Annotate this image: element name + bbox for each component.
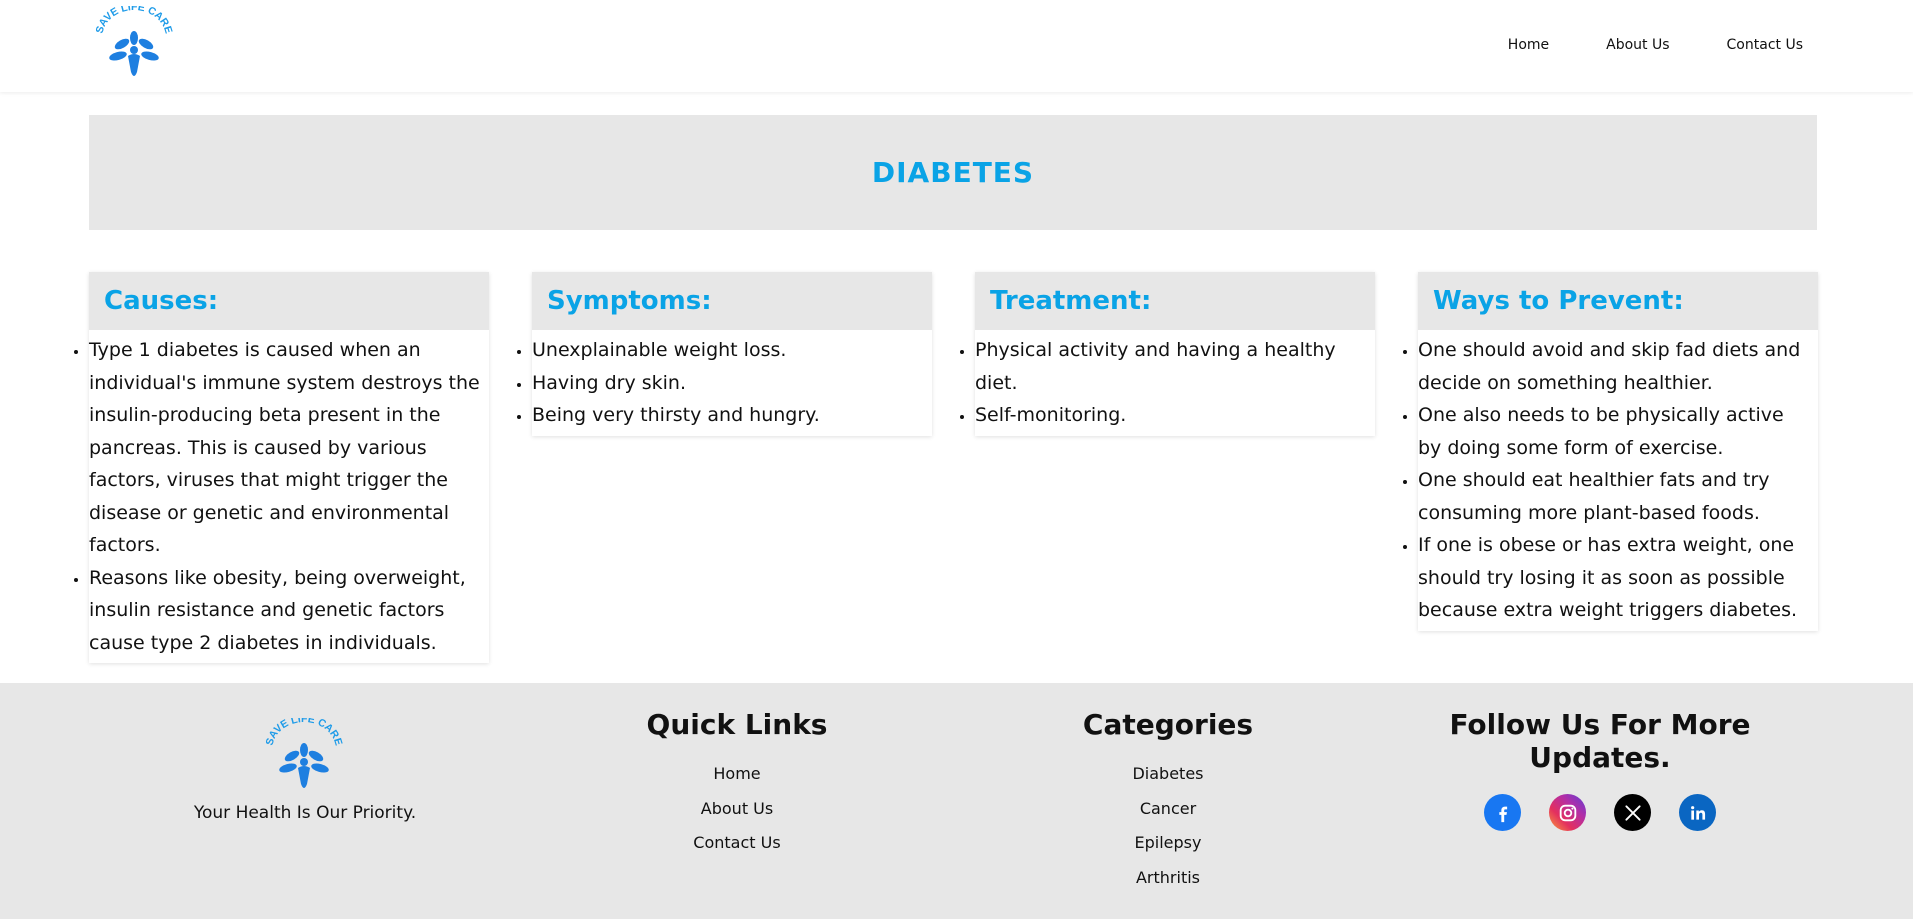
causes-title: Causes: [104,286,219,316]
symptoms-title: Symptoms: [547,286,712,316]
list-item: One should avoid and skip fad diets and … [1418,334,1812,399]
list-item: Self-monitoring. [975,399,1369,432]
hero-banner: DIABETES [89,115,1817,230]
linkedin-icon[interactable] [1679,794,1716,831]
quick-links-section: Quick Links Home About Us Contact Us [537,708,937,861]
categories-section: Categories Diabetes Cancer Epilepsy Arth… [968,708,1368,895]
x-icon[interactable] [1614,794,1651,831]
treatment-card-header: Treatment: [975,272,1375,330]
prevent-card: Ways to Prevent: One should avoid and sk… [1418,272,1818,631]
symptoms-card: Symptoms: Unexplainable weight loss. Hav… [532,272,932,436]
prevent-title: Ways to Prevent: [1433,286,1684,316]
causes-card: Causes: Type 1 diabetes is caused when a… [89,272,489,663]
footer-link-contact[interactable]: Contact Us [537,826,937,861]
treatment-title: Treatment: [990,286,1152,316]
nav-home-link[interactable]: Home [1508,37,1549,53]
main-nav: Home About Us Contact Us [1508,0,1803,90]
page-title: DIABETES [871,156,1035,189]
nav-contact-link[interactable]: Contact Us [1727,37,1803,53]
causes-list: Type 1 diabetes is caused when an indivi… [89,330,483,663]
footer-logo[interactable]: SAVE LIFE CARE [262,718,346,796]
follow-section: Follow Us For More Updates. [1380,708,1820,831]
footer: SAVE LIFE CARE Your Health Is Our Priori… [0,683,1913,919]
symptoms-card-header: Symptoms: [532,272,932,330]
list-item: Physical activity and having a healthy d… [975,334,1369,399]
causes-card-header: Causes: [89,272,489,330]
list-item: Unexplainable weight loss. [532,334,926,367]
footer-tagline: Your Health Is Our Priority. [193,803,417,823]
categories-heading: Categories [1082,708,1254,741]
save-life-care-logo[interactable]: SAVE LIFE CARE [92,6,176,84]
list-item: Type 1 diabetes is caused when an indivi… [89,334,483,562]
treatment-list: Physical activity and having a healthy d… [975,330,1369,436]
category-link-arthritis[interactable]: Arthritis [968,861,1368,896]
prevent-list: One should avoid and skip fad diets and … [1418,330,1812,631]
svg-text:SAVE LIFE CARE: SAVE LIFE CARE [263,718,344,747]
nav-about-link[interactable]: About Us [1606,37,1669,53]
facebook-icon[interactable] [1484,794,1521,831]
list-item: Being very thirsty and hungry. [532,399,926,432]
svg-text:SAVE LIFE CARE: SAVE LIFE CARE [93,6,174,35]
follow-heading: Follow Us For More Updates. [1449,708,1751,774]
social-icons [1380,794,1820,831]
list-item: Having dry skin. [532,367,926,400]
instagram-icon[interactable] [1549,794,1586,831]
category-link-diabetes[interactable]: Diabetes [968,757,1368,792]
prevent-card-header: Ways to Prevent: [1418,272,1818,330]
navbar: SAVE LIFE CARE Home About Us Contact Us [0,0,1913,92]
category-link-epilepsy[interactable]: Epilepsy [968,826,1368,861]
list-item: Reasons like obesity, being overweight, … [89,562,483,660]
list-item: If one is obese or has extra weight, one… [1418,529,1812,627]
symptoms-list: Unexplainable weight loss. Having dry sk… [532,330,926,436]
list-item: One should eat healthier fats and try co… [1418,464,1812,529]
list-item: One also needs to be physically active b… [1418,399,1812,464]
footer-link-about[interactable]: About Us [537,792,937,827]
quick-links-heading: Quick Links [646,708,828,741]
category-link-cancer[interactable]: Cancer [968,792,1368,827]
footer-link-home[interactable]: Home [537,757,937,792]
treatment-card: Treatment: Physical activity and having … [975,272,1375,436]
